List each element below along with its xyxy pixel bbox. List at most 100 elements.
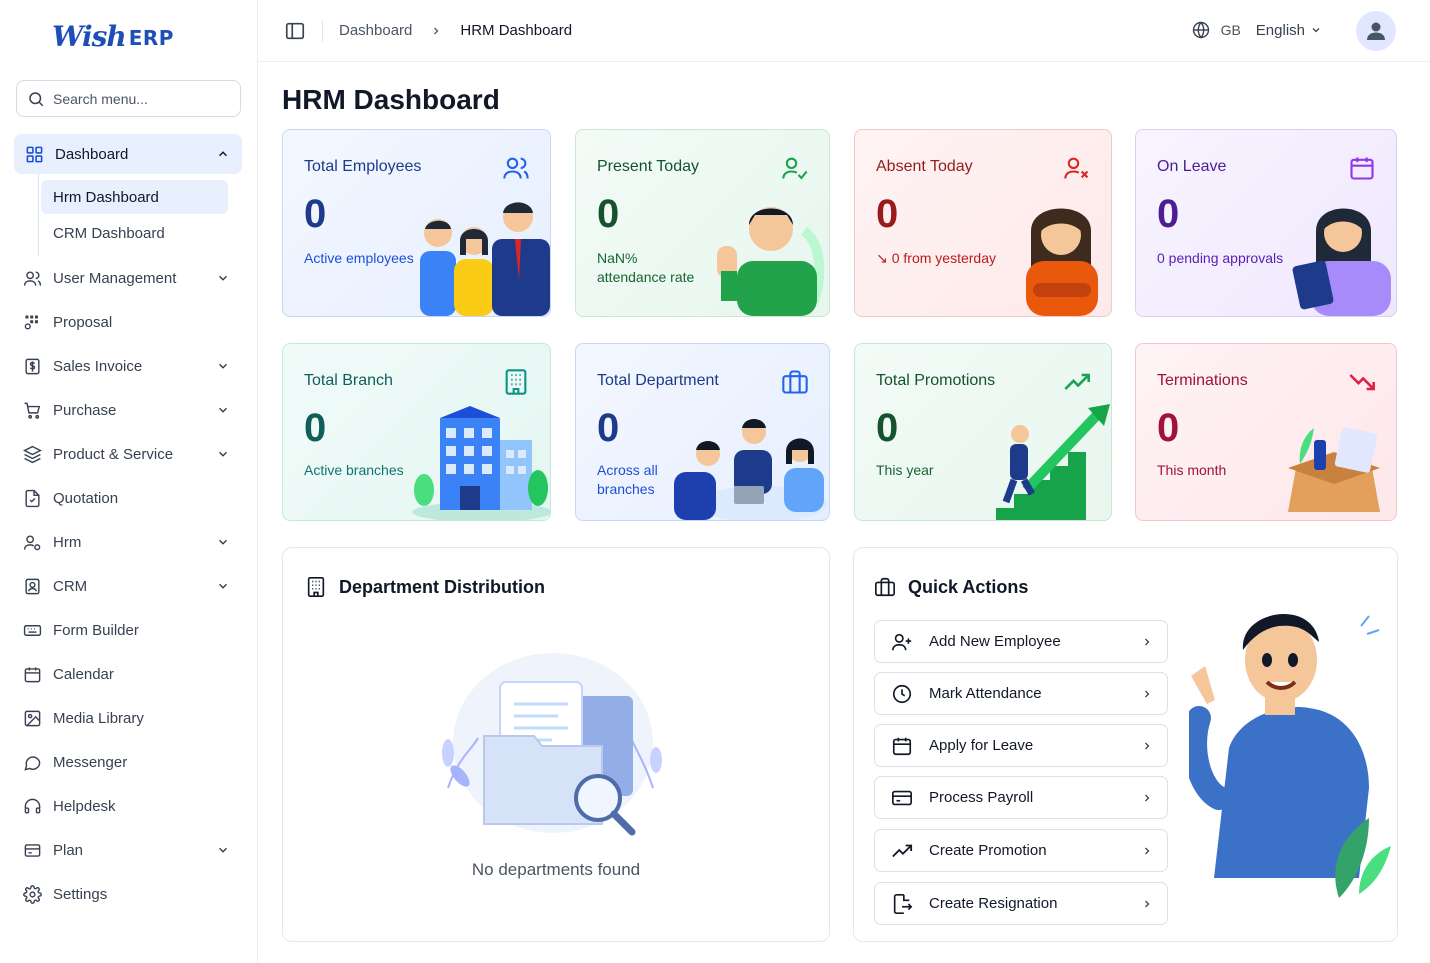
waving-man-illustration (717, 207, 825, 316)
file-export-icon (893, 893, 913, 914)
sidebar-item-label: Calendar (53, 665, 114, 683)
divider (322, 19, 323, 42)
panel-title: Quick Actions (908, 576, 1029, 597)
chevron-down-icon (218, 451, 228, 457)
team-meeting-illustration (674, 419, 828, 520)
sidebar-item-form-builder[interactable]: Form Builder (0, 608, 258, 652)
chevron-down-icon (218, 363, 228, 369)
sidebar-toggle-icon[interactable] (284, 20, 306, 42)
sidebar-item-user-management[interactable]: User Management (0, 256, 258, 300)
stat-card-present-today[interactable]: Present Today 0 NaN% attendance rate (575, 129, 830, 317)
sidebar-item-label: Hrm (53, 533, 82, 551)
panel-header: Quick Actions (874, 576, 1028, 598)
sidebar-item-sales-invoice[interactable]: Sales Invoice (0, 344, 258, 388)
sidebar-item-proposal[interactable]: Proposal (0, 300, 258, 344)
sidebar-item-label: Purchase (53, 401, 117, 419)
action-label: Add New Employee (929, 633, 1061, 650)
stat-value: 0 (876, 192, 899, 236)
stat-subtext: NaN% (597, 250, 638, 266)
sidebar-item-helpdesk[interactable]: Helpdesk (0, 784, 258, 828)
sidebar-item-label: Media Library (53, 709, 144, 727)
add-new-employee-button[interactable]: Add New Employee (874, 620, 1168, 663)
sidebar-submenu-dashboard: Hrm Dashboard CRM Dashboard (38, 174, 258, 256)
chevron-up-icon (218, 151, 228, 157)
app-logo[interactable]: Wish ERP (52, 18, 174, 54)
mark-attendance-button[interactable]: Mark Attendance (874, 672, 1168, 715)
building-icon (505, 369, 527, 395)
cart-icon (22, 400, 42, 420)
stat-card-total-branch[interactable]: Total Branch 0 Active branches (282, 343, 551, 521)
hrm-icon (22, 532, 42, 552)
sidebar-item-messenger[interactable]: Messenger (0, 740, 258, 784)
pointing-man-illustration (1189, 614, 1391, 898)
stat-value: 0 (597, 406, 620, 450)
sidebar-subitem-crm-dashboard[interactable]: CRM Dashboard (41, 216, 228, 250)
stat-card-absent-today[interactable]: Absent Today 0 ↘ 0 from yesterday (854, 129, 1112, 317)
action-label: Mark Attendance (929, 685, 1042, 702)
stat-card-terminations[interactable]: Terminations 0 This month (1135, 343, 1397, 521)
sidebar-item-quotation[interactable]: Quotation (0, 476, 258, 520)
sidebar-item-plan[interactable]: Plan (0, 828, 258, 872)
stat-card-on-leave[interactable]: On Leave 0 0 pending approvals (1135, 129, 1397, 317)
chevron-right-icon (434, 27, 439, 34)
search-box (16, 80, 241, 117)
stat-label: Absent Today (876, 158, 973, 175)
language-label: English (1255, 21, 1305, 39)
logo-wordmark: Wish (52, 19, 127, 53)
sidebar-item-settings[interactable]: Settings (0, 872, 258, 916)
sidebar-item-calendar[interactable]: Calendar (0, 652, 258, 696)
stat-value: 0 (876, 406, 899, 450)
sidebar-item-media-library[interactable]: Media Library (0, 696, 258, 740)
worried-woman-illustration (1026, 208, 1098, 316)
invoice-icon (22, 356, 42, 376)
sidebar: Wish ERP Dashboard Hrm Dashboard CRM Das… (0, 0, 258, 963)
action-label: Process Payroll (929, 789, 1034, 806)
briefcase-icon (782, 370, 808, 394)
stat-card-total-employees[interactable]: Total Employees 0 Active employees (282, 129, 551, 317)
sidebar-item-label: Sales Invoice (53, 357, 143, 375)
chevron-down-icon (218, 539, 228, 545)
chevron-down-icon (218, 275, 228, 281)
stat-label: On Leave (1157, 158, 1227, 175)
sidebar-item-label: Settings (53, 885, 108, 903)
trending-up-icon (1064, 373, 1090, 390)
apply-for-leave-button[interactable]: Apply for Leave (874, 724, 1168, 767)
sidebar-item-product-service[interactable]: Product & Service (0, 432, 258, 476)
sidebar-item-purchase[interactable]: Purchase (0, 388, 258, 432)
create-promotion-button[interactable]: Create Promotion (874, 829, 1168, 872)
panel-title: Department Distribution (339, 576, 546, 597)
stat-label: Total Employees (304, 158, 422, 175)
user-icon (1367, 22, 1385, 40)
user-avatar[interactable] (1356, 11, 1396, 51)
page-title: HRM Dashboard (282, 84, 500, 115)
stat-value: 0 (597, 192, 620, 236)
sidebar-item-dashboard[interactable]: Dashboard (14, 134, 242, 174)
box-of-belongings-illustration (1288, 427, 1380, 512)
create-resignation-button[interactable]: Create Resignation (874, 882, 1168, 925)
sidebar-subitem-hrm-dashboard[interactable]: Hrm Dashboard (41, 180, 228, 214)
sidebar-item-crm[interactable]: CRM (0, 564, 258, 608)
stat-value: 0 (1157, 406, 1180, 450)
process-payroll-button[interactable]: Process Payroll (874, 776, 1168, 819)
language-selector[interactable]: GB English (1191, 20, 1322, 40)
search-input[interactable] (53, 90, 233, 107)
users-icon (503, 157, 529, 179)
stat-card-total-promotions[interactable]: Total Promotions 0 This year (854, 343, 1112, 521)
users-icon (22, 268, 42, 288)
breadcrumb-dashboard[interactable]: Dashboard (339, 22, 412, 39)
sidebar-item-label: User Management (53, 269, 177, 287)
empty-state-text: No departments found (471, 860, 641, 879)
stat-subtext-text: 0 from yesterday (891, 250, 996, 266)
stat-card-total-department[interactable]: Total Department 0 Across all branches (575, 343, 830, 521)
stat-value: 0 (1157, 192, 1180, 236)
chevron-down-icon (218, 583, 228, 589)
sidebar-item-label: Form Builder (53, 621, 139, 639)
stat-label: Total Branch (304, 372, 393, 389)
sidebar-item-label: Helpdesk (53, 797, 116, 815)
proposal-icon (22, 312, 42, 332)
crm-icon (22, 576, 42, 596)
sidebar-item-hrm[interactable]: Hrm (0, 520, 258, 564)
calendar-icon (1350, 157, 1374, 180)
search-icon (29, 91, 44, 106)
gear-icon (22, 884, 42, 904)
